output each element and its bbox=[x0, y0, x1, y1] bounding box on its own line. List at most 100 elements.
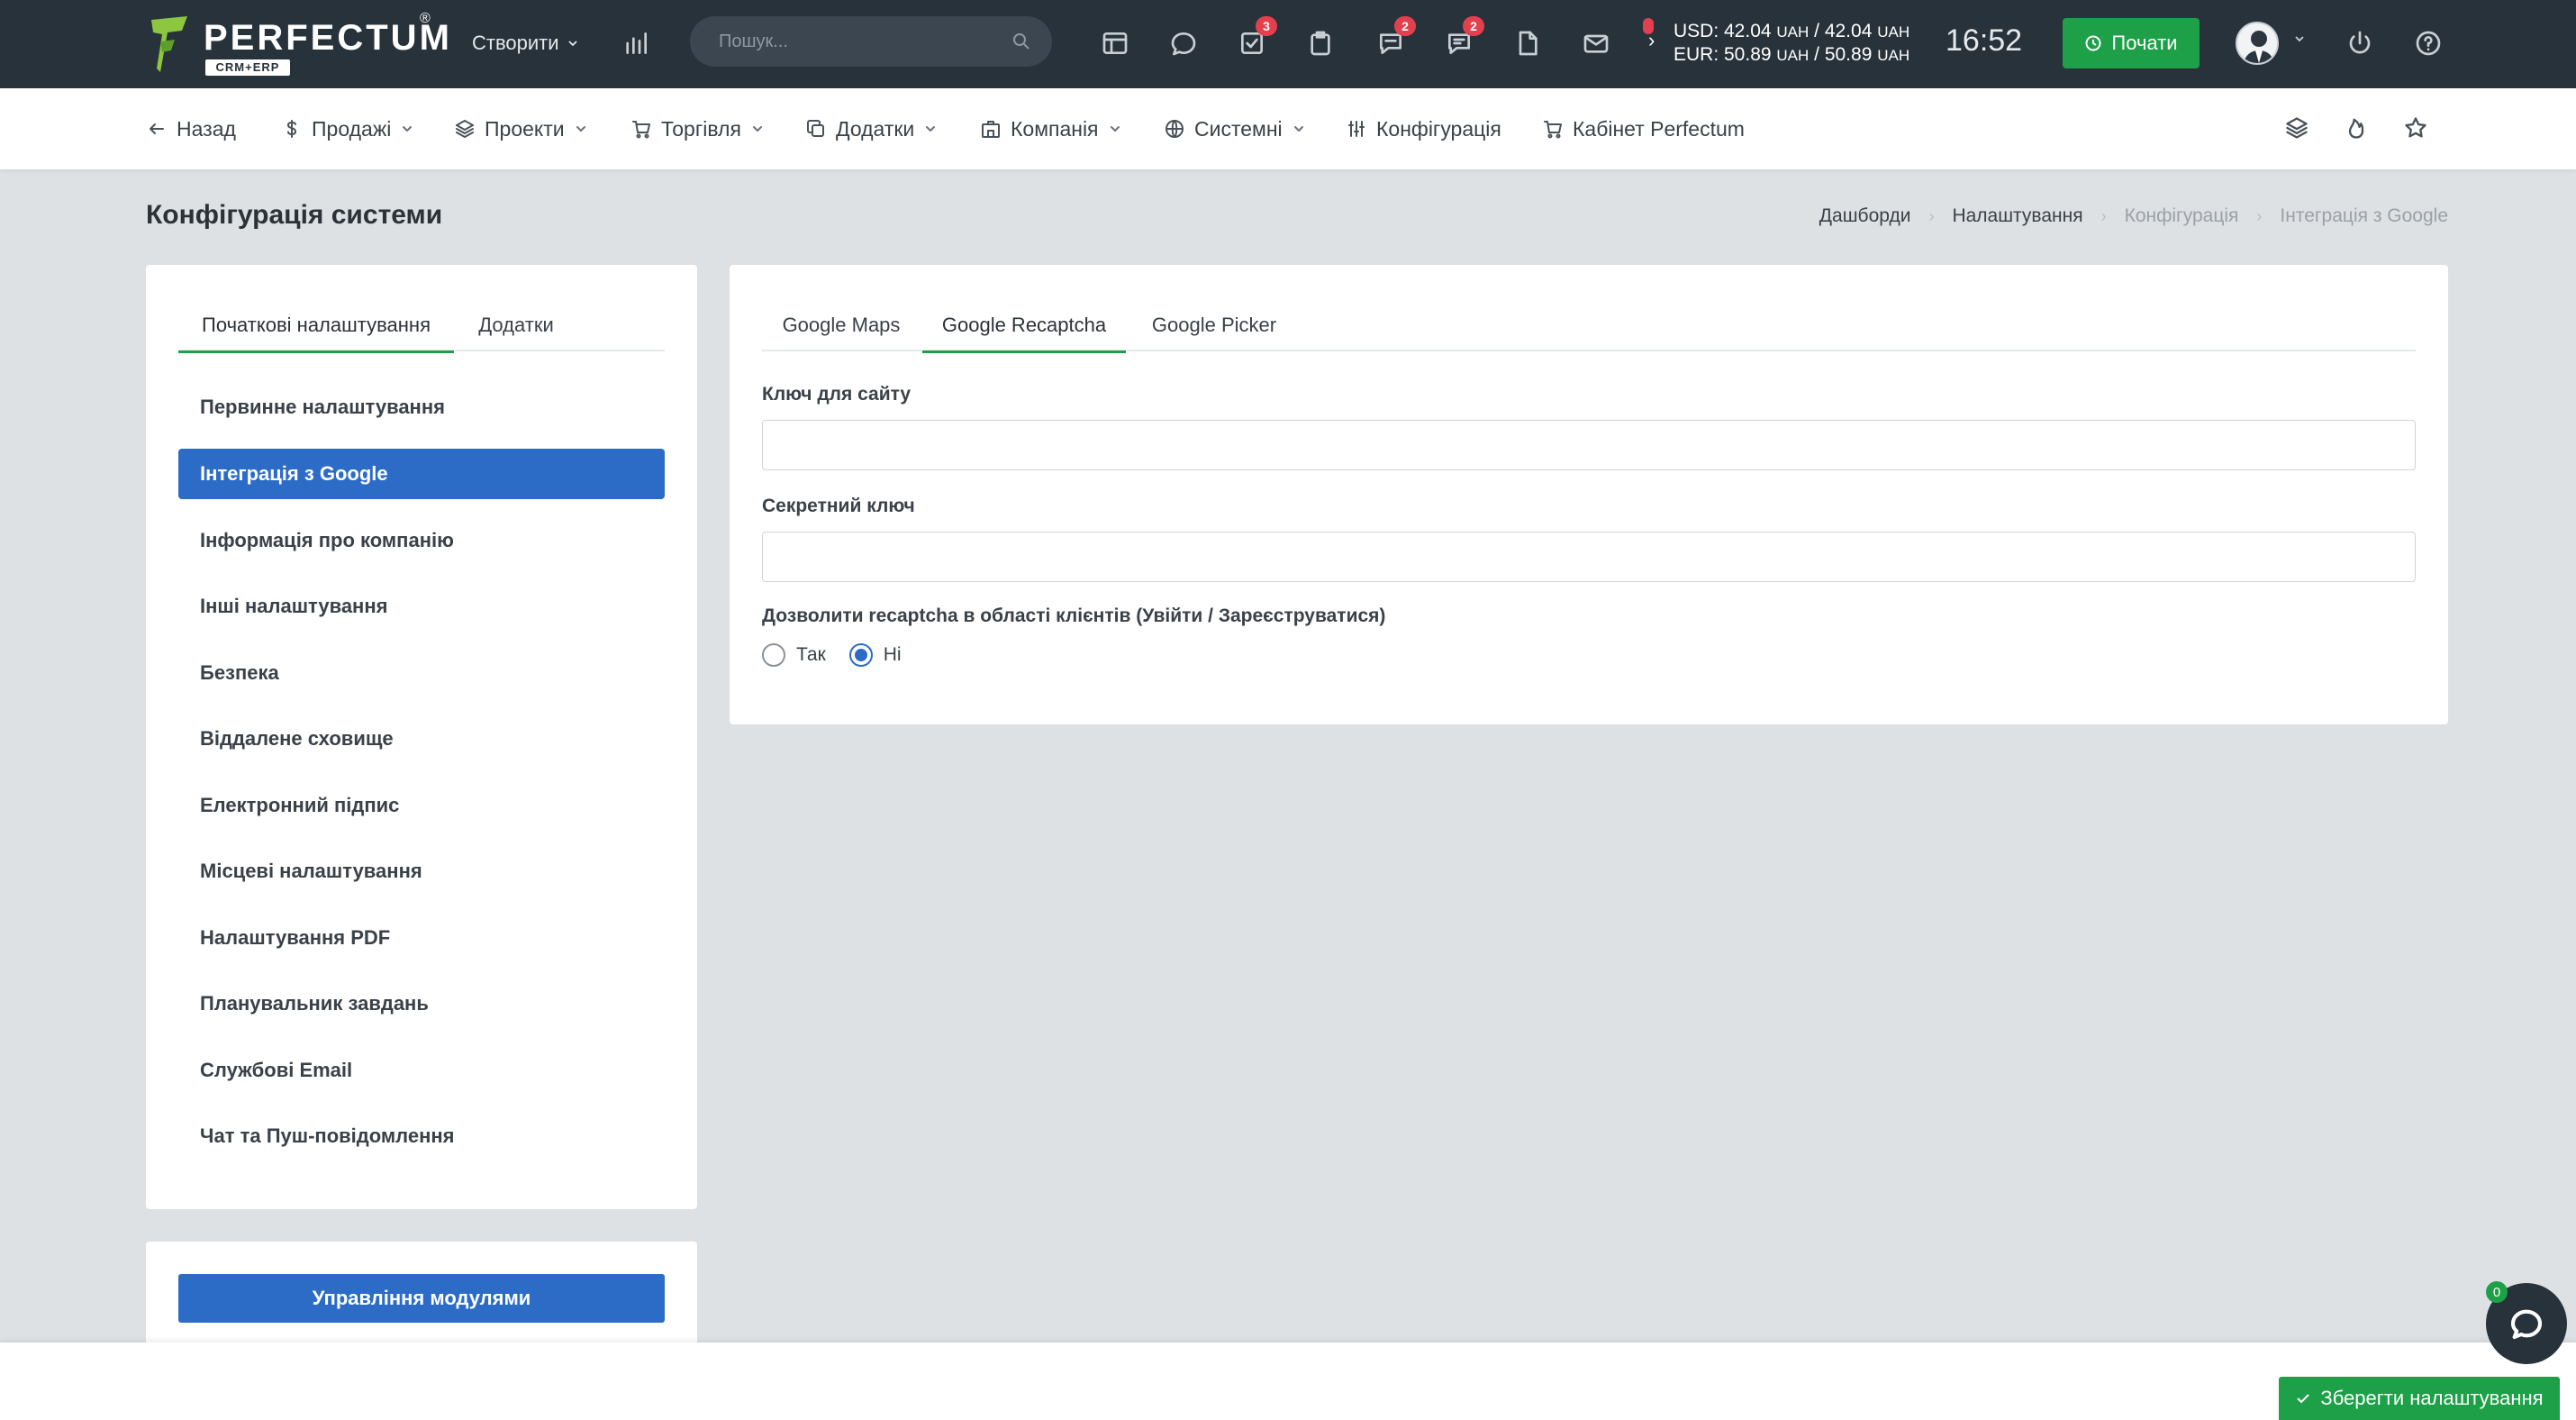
chevron-down-icon bbox=[926, 126, 936, 132]
messages-icon[interactable]: 2 bbox=[1373, 16, 1416, 61]
chevron-down-icon bbox=[1293, 126, 1303, 132]
nav-sales[interactable]: Продажі bbox=[281, 114, 414, 144]
nav-addons[interactable]: Додатки bbox=[805, 114, 938, 144]
sidebar-item-primary-setup[interactable]: Первинне налаштування bbox=[178, 382, 665, 432]
secret-key-label: Секретний ключ bbox=[762, 496, 915, 516]
globe-icon bbox=[1166, 120, 1184, 138]
manage-modules-button[interactable]: Управління модулями bbox=[178, 1274, 665, 1323]
layers-icon bbox=[456, 120, 474, 138]
comments-badge: 2 bbox=[1463, 16, 1484, 36]
sidebar-item-local-settings[interactable]: Місцеві налаштування bbox=[178, 846, 665, 897]
create-label: Створити bbox=[472, 32, 559, 54]
document-icon[interactable] bbox=[1510, 25, 1546, 61]
building-icon bbox=[982, 121, 1000, 138]
tab-google-maps[interactable]: Google Maps bbox=[762, 299, 921, 351]
sidebar-item-company-info[interactable]: Інформація про компанію bbox=[178, 515, 665, 566]
dollar-icon bbox=[287, 120, 296, 138]
clipboard-icon[interactable] bbox=[1302, 25, 1338, 61]
nav-back[interactable]: Назад bbox=[146, 114, 236, 144]
help-icon[interactable] bbox=[2410, 25, 2446, 61]
sliders-icon bbox=[1348, 121, 1365, 137]
sidebar-item-google-integration[interactable]: Інтеграція з Google bbox=[178, 449, 665, 499]
layers-icon[interactable] bbox=[2284, 115, 2313, 144]
site-key-input[interactable] bbox=[762, 420, 2416, 470]
tab-initial-settings[interactable]: Початкові налаштування bbox=[178, 299, 454, 353]
logo-mark-icon bbox=[151, 16, 187, 72]
star-icon[interactable] bbox=[2403, 115, 2432, 144]
chevron-right-icon: › bbox=[1928, 206, 1935, 225]
sidebar-item-remote-storage[interactable]: Віддалене сховище bbox=[178, 714, 665, 764]
save-settings-button[interactable]: Зберегти налаштування bbox=[2279, 1377, 2560, 1420]
secret-key-input[interactable] bbox=[762, 532, 2416, 582]
chat-bubble-icon bbox=[2510, 1309, 2543, 1340]
create-dropdown[interactable]: Створити bbox=[472, 27, 579, 59]
sidebar-item-e-signature[interactable]: Електронний підпис bbox=[178, 780, 665, 831]
breadcrumb-configuration[interactable]: Конфігурація bbox=[2125, 205, 2239, 227]
nav-back-label: Назад bbox=[177, 116, 236, 141]
search-box bbox=[690, 16, 1052, 67]
nav-company[interactable]: Компанія bbox=[980, 114, 1122, 144]
radio-no[interactable] bbox=[848, 643, 873, 667]
nav-system-label: Системні bbox=[1194, 116, 1283, 141]
start-timer-button[interactable]: Почати bbox=[2063, 18, 2200, 68]
modules-card: Управління модулями bbox=[146, 1242, 697, 1350]
top-header: PERFECTUM ® CRM+ERP Створити 3 2 2 bbox=[0, 0, 2576, 88]
comments-icon[interactable]: 2 bbox=[1441, 16, 1484, 61]
chat-bubble-icon[interactable] bbox=[1166, 25, 1202, 61]
sidebar-item-chat-push[interactable]: Чат та Пуш-повідомлення bbox=[178, 1111, 665, 1161]
eur-rate: EUR: 50.89 UAH / 50.89 UAH bbox=[1673, 44, 1910, 65]
nav-config-label: Конфігурація bbox=[1376, 116, 1501, 141]
radio-no-label: Ні bbox=[883, 644, 902, 665]
tasks-icon[interactable]: 3 bbox=[1234, 16, 1277, 61]
chevron-right-icon[interactable]: › bbox=[1648, 29, 1655, 52]
logo-text: PERFECTUM bbox=[204, 18, 452, 58]
nav-sales-label: Продажі bbox=[312, 116, 392, 141]
chevron-down-icon bbox=[567, 41, 577, 47]
nav-system[interactable]: Системні bbox=[1164, 114, 1306, 144]
sidebar-item-security[interactable]: Безпека bbox=[178, 648, 665, 698]
search-icon[interactable] bbox=[1011, 31, 1032, 52]
tab-google-recaptcha[interactable]: Google Recaptcha bbox=[922, 299, 1126, 353]
logo-subtitle: CRM+ERP bbox=[205, 59, 290, 76]
search-input[interactable] bbox=[719, 16, 989, 67]
breadcrumb-dashboards[interactable]: Дашборди bbox=[1819, 205, 1911, 227]
sidebar-item-other-settings[interactable]: Інші налаштування bbox=[178, 581, 665, 632]
chevron-down-icon bbox=[403, 126, 413, 132]
flame-icon[interactable] bbox=[2344, 115, 2372, 144]
nav-cabinet[interactable]: Кабінет Perfectum bbox=[1542, 114, 1745, 144]
breadcrumb: Дашборди › Налаштування › Конфігурація ›… bbox=[1819, 205, 2448, 227]
start-label: Почати bbox=[2111, 32, 2178, 54]
nav-addons-label: Додатки bbox=[836, 116, 915, 141]
tab-google-picker[interactable]: Google Picker bbox=[1126, 299, 1302, 351]
nav-trade[interactable]: Торгівля bbox=[630, 114, 765, 144]
radio-yes[interactable] bbox=[762, 643, 785, 667]
nav-config[interactable]: Конфігурація bbox=[1346, 114, 1501, 144]
sidebar-item-pdf-settings[interactable]: Налаштування PDF bbox=[178, 913, 665, 963]
logo-registered-mark: ® bbox=[420, 11, 431, 26]
bottom-bar bbox=[0, 1343, 2576, 1420]
check-icon bbox=[2297, 1394, 2310, 1404]
google-tabs: Google Maps Google Recaptcha Google Pick… bbox=[762, 299, 2416, 353]
tab-addons[interactable]: Додатки bbox=[454, 299, 578, 351]
breadcrumb-settings[interactable]: Налаштування bbox=[1952, 205, 2082, 227]
mail-icon[interactable] bbox=[1578, 25, 1614, 61]
arrow-left-icon bbox=[150, 123, 164, 134]
nav-projects[interactable]: Проекти bbox=[454, 114, 588, 144]
stats-icon[interactable] bbox=[618, 25, 654, 61]
chevron-down-icon[interactable] bbox=[2293, 32, 2306, 45]
avatar[interactable] bbox=[2236, 22, 2279, 65]
calendar-table-icon[interactable] bbox=[1097, 25, 1133, 61]
radio-yes-label: Так bbox=[796, 644, 826, 665]
sidebar-item-task-scheduler[interactable]: Планувальник завдань bbox=[178, 979, 665, 1029]
sidebar-item-service-email[interactable]: Службові Email bbox=[178, 1045, 665, 1096]
user-photo-icon bbox=[2237, 23, 2277, 63]
breadcrumb-current: Інтеграція з Google bbox=[2280, 205, 2448, 226]
messages-badge: 2 bbox=[1394, 16, 1416, 36]
google-settings-card: Google Maps Google Recaptcha Google Pick… bbox=[730, 265, 2448, 724]
page-title: Конфігурація системи bbox=[146, 200, 443, 230]
nav-cabinet-label: Кабінет Perfectum bbox=[1573, 116, 1745, 141]
secondary-nav: Назад Продажі Проекти Торгівля Додатки К… bbox=[0, 88, 2576, 169]
power-icon[interactable] bbox=[2342, 25, 2378, 61]
chevron-right-icon: › bbox=[2100, 206, 2107, 225]
logo[interactable]: PERFECTUM ® CRM+ERP bbox=[144, 11, 449, 77]
